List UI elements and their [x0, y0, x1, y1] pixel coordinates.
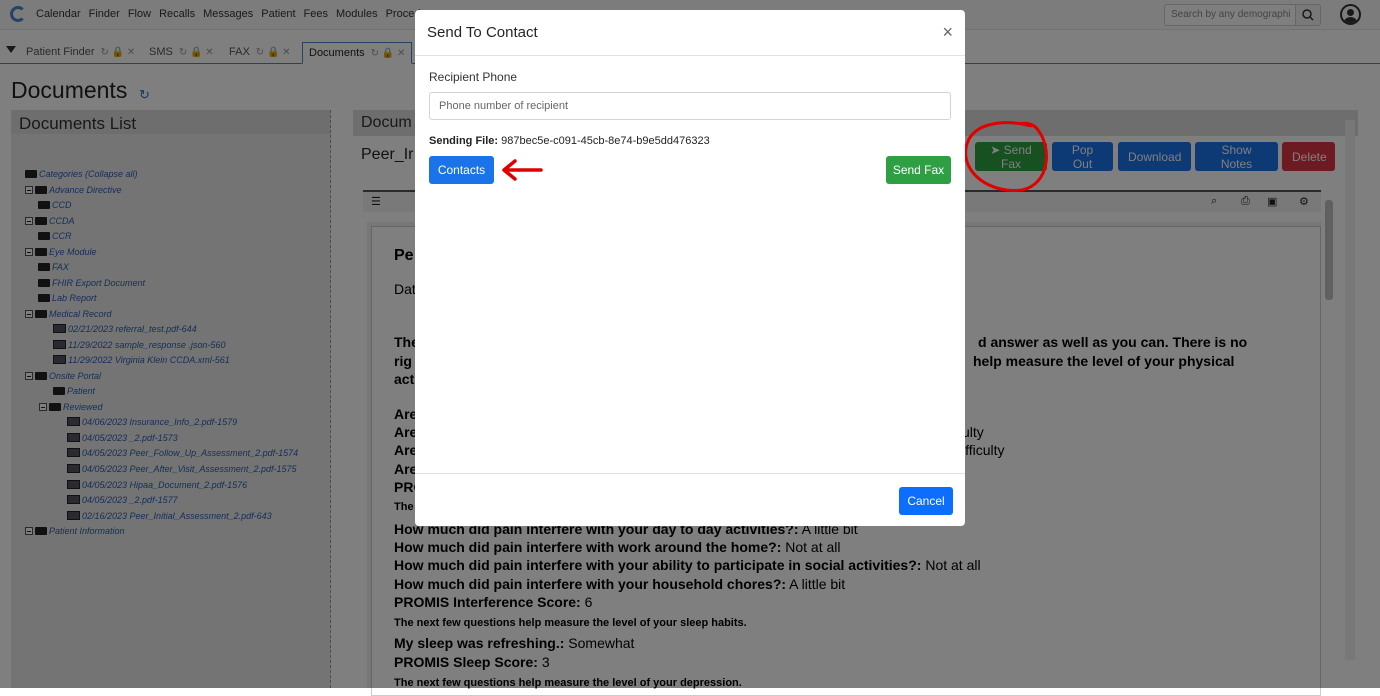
recipient-phone-input[interactable]: Phone number of recipient — [429, 92, 951, 120]
sending-file-value: 987bec5e-c091-45cb-8e74-b9e5dd476323 — [501, 135, 710, 147]
close-icon[interactable]: × — [942, 22, 953, 43]
sending-file-line: Sending File: 987bec5e-c091-45cb-8e74-b9… — [429, 135, 710, 147]
cancel-button[interactable]: Cancel — [899, 487, 953, 515]
send-fax-modal-button[interactable]: Send Fax — [886, 156, 951, 184]
send-to-contact-modal: Send To Contact × Recipient Phone Phone … — [415, 10, 965, 526]
contacts-button[interactable]: Contacts — [429, 156, 494, 184]
modal-footer: Cancel — [415, 473, 965, 526]
sending-file-label: Sending File: — [429, 135, 499, 147]
recipient-phone-label: Recipient Phone — [429, 70, 518, 84]
modal-title: Send To Contact — [415, 10, 965, 56]
annotation-arrow — [502, 159, 543, 181]
annotation-circle — [964, 121, 1048, 192]
